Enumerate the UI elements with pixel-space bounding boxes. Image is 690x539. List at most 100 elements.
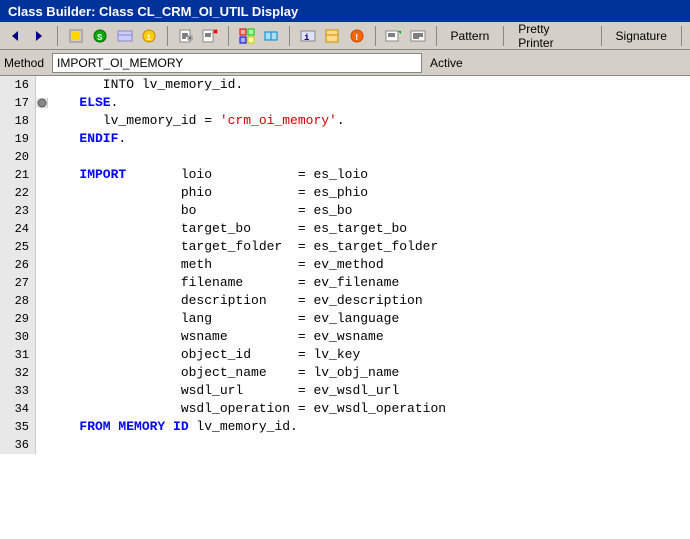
code-content: lv_memory_id = 'crm_oi_memory'. (48, 112, 345, 130)
table-row: 27 filename = ev_filename (0, 274, 690, 292)
table-row: 36 (0, 436, 690, 454)
table-row: 21 IMPORT loio = es_loio (0, 166, 690, 184)
sep2 (167, 26, 168, 46)
tool-btn-6[interactable] (200, 25, 222, 47)
table-row: 32 object_name = lv_obj_name (0, 364, 690, 382)
table-row: 18 lv_memory_id = 'crm_oi_memory'. (0, 112, 690, 130)
line-number: 17 (0, 94, 36, 112)
sep7 (503, 26, 504, 46)
forward-button[interactable] (29, 25, 51, 47)
line-number: 16 (0, 76, 36, 94)
active-label: Active (430, 56, 463, 70)
table-row: 20 (0, 148, 690, 166)
tool-btn-11[interactable]: ! (346, 25, 368, 47)
tool-btn-12[interactable] (383, 25, 405, 47)
tool-btn-2[interactable]: S (90, 25, 112, 47)
code-content: FROM MEMORY ID lv_memory_id. (48, 418, 298, 436)
code-area: 16 INTO lv_memory_id.17 ELSE.18 lv_memor… (0, 76, 690, 539)
line-number: 34 (0, 400, 36, 418)
tool-btn-4[interactable]: i (139, 25, 161, 47)
tool-btn-8[interactable] (261, 25, 283, 47)
code-content: wsdl_url = ev_wsdl_url (48, 382, 399, 400)
line-number: 31 (0, 346, 36, 364)
tool-btn-10[interactable] (322, 25, 344, 47)
code-content: bo = es_bo (48, 202, 352, 220)
table-row: 30 wsname = ev_wsname (0, 328, 690, 346)
sep1 (57, 26, 58, 46)
method-bar: Method IMPORT_OI_MEMORY Active (0, 50, 690, 76)
line-number: 25 (0, 238, 36, 256)
code-content: phio = es_phio (48, 184, 368, 202)
title-bar: Class Builder: Class CL_CRM_OI_UTIL Disp… (0, 0, 690, 22)
table-row: 24 target_bo = es_target_bo (0, 220, 690, 238)
line-number: 21 (0, 166, 36, 184)
code-content: description = ev_description (48, 292, 423, 310)
code-content: meth = ev_method (48, 256, 384, 274)
table-row: 26 meth = ev_method (0, 256, 690, 274)
pretty-printer-button[interactable]: Pretty Printer (511, 25, 593, 47)
line-number: 23 (0, 202, 36, 220)
table-row: 34 wsdl_operation = ev_wsdl_operation (0, 400, 690, 418)
table-row: 17 ELSE. (0, 94, 690, 112)
line-number: 35 (0, 418, 36, 436)
sep8 (601, 26, 602, 46)
table-row: 29 lang = ev_language (0, 310, 690, 328)
breakpoint-col[interactable] (36, 98, 48, 108)
sep6 (436, 26, 437, 46)
code-content: ELSE. (48, 94, 118, 112)
table-row: 23 bo = es_bo (0, 202, 690, 220)
svg-text:!: ! (354, 33, 359, 43)
line-number: 27 (0, 274, 36, 292)
code-content: ENDIF. (48, 130, 126, 148)
table-row: 28 description = ev_description (0, 292, 690, 310)
tool-btn-3[interactable] (114, 25, 136, 47)
line-number: 22 (0, 184, 36, 202)
sep4 (289, 26, 290, 46)
table-row: 31 object_id = lv_key (0, 346, 690, 364)
code-content: IMPORT loio = es_loio (48, 166, 368, 184)
line-number: 30 (0, 328, 36, 346)
code-content: filename = ev_filename (48, 274, 399, 292)
svg-text:i: i (146, 33, 152, 43)
method-value[interactable]: IMPORT_OI_MEMORY (52, 53, 422, 73)
sep3 (228, 26, 229, 46)
signature-button[interactable]: Signature (609, 25, 674, 47)
tool-btn-9[interactable]: i (297, 25, 319, 47)
line-number: 18 (0, 112, 36, 130)
tool-btn-1[interactable] (65, 25, 87, 47)
sep5 (375, 26, 376, 46)
back-button[interactable] (4, 25, 26, 47)
pattern-button[interactable]: Pattern (444, 25, 497, 47)
code-content: target_bo = es_target_bo (48, 220, 407, 238)
line-number: 20 (0, 148, 36, 166)
code-content: object_id = lv_key (48, 346, 360, 364)
table-row: 25 target_folder = es_target_folder (0, 238, 690, 256)
sep9 (681, 26, 682, 46)
line-number: 24 (0, 220, 36, 238)
method-label: Method (4, 56, 44, 70)
line-number: 32 (0, 364, 36, 382)
tool-btn-13[interactable] (407, 25, 429, 47)
code-content: wsname = ev_wsname (48, 328, 384, 346)
table-row: 19 ENDIF. (0, 130, 690, 148)
line-number: 28 (0, 292, 36, 310)
tool-btn-7[interactable] (236, 25, 258, 47)
code-content: lang = ev_language (48, 310, 399, 328)
table-row: 22 phio = es_phio (0, 184, 690, 202)
svg-text:S: S (97, 33, 103, 43)
toolbar: S i (0, 22, 690, 50)
code-content: wsdl_operation = ev_wsdl_operation (48, 400, 446, 418)
line-number: 36 (0, 436, 36, 454)
table-row: 33 wsdl_url = ev_wsdl_url (0, 382, 690, 400)
code-content: target_folder = es_target_folder (48, 238, 438, 256)
svg-text:i: i (304, 33, 310, 43)
code-content: object_name = lv_obj_name (48, 364, 399, 382)
title-text: Class Builder: Class CL_CRM_OI_UTIL Disp… (8, 4, 298, 19)
table-row: 16 INTO lv_memory_id. (0, 76, 690, 94)
table-row: 35 FROM MEMORY ID lv_memory_id. (0, 418, 690, 436)
line-number: 19 (0, 130, 36, 148)
line-number: 26 (0, 256, 36, 274)
line-number: 33 (0, 382, 36, 400)
code-content: INTO lv_memory_id. (48, 76, 243, 94)
tool-btn-5[interactable] (175, 25, 197, 47)
